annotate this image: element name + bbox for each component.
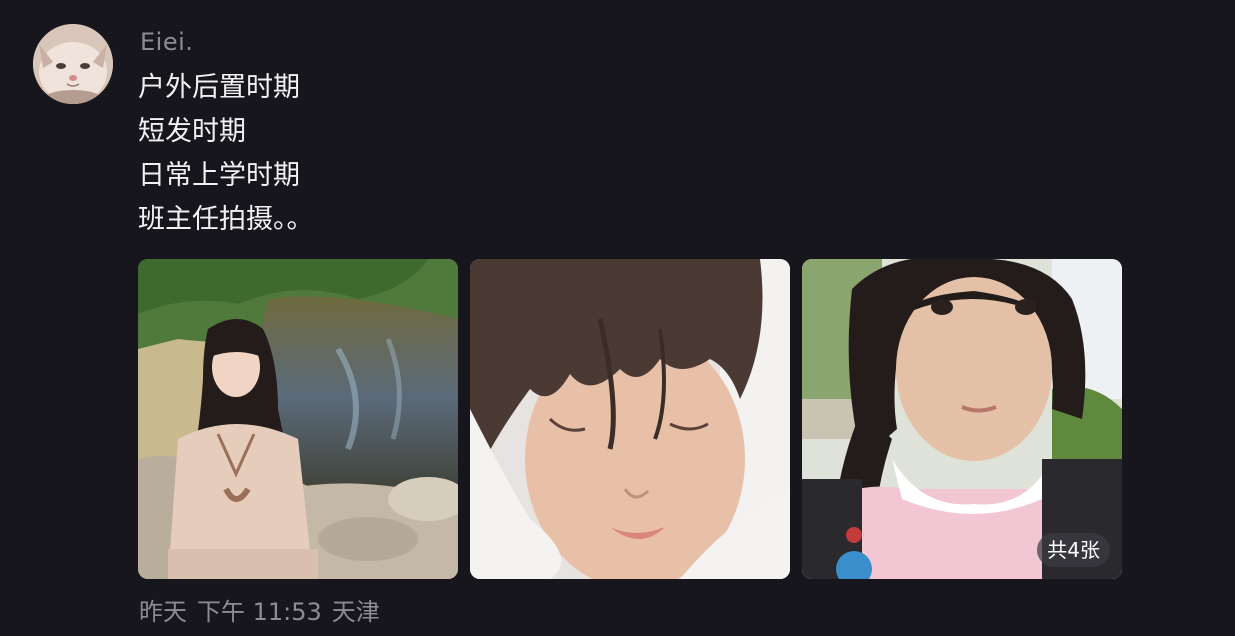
post-day: 昨天 (139, 598, 187, 626)
username[interactable]: Eiei. (140, 28, 193, 56)
photo-count-badge: 共4张 (1037, 533, 1110, 567)
avatar[interactable] (33, 24, 113, 104)
post-text-line: 日常上学时期 (138, 160, 300, 191)
post-location[interactable]: 天津 (332, 598, 380, 626)
post-text-line: 户外后置时期 (138, 72, 300, 103)
photo-thumbnail-3[interactable]: 共4张 (802, 259, 1122, 579)
photo-outdoor-girl-by-pond-icon (138, 259, 458, 579)
post-text-line: 短发时期 (138, 116, 246, 147)
photo-thumbnail-1[interactable] (138, 259, 458, 579)
photo-thumbnail-2[interactable] (470, 259, 790, 579)
post-time: 下午 11:53 (197, 598, 322, 626)
post-meta: 昨天 下午 11:53 天津 (139, 592, 390, 627)
cat-avatar-icon (33, 24, 113, 104)
photo-short-hair-selfie-icon (470, 259, 790, 579)
moment-post: Eiei. 户外后置时期 短发时期 日常上学时期 班主任拍摄。。 共4张 昨天 … (0, 0, 1235, 636)
post-text-line: 班主任拍摄。。 (138, 204, 314, 235)
post-text: 户外后置时期 短发时期 日常上学时期 班主任拍摄。。 (138, 66, 314, 242)
photo-school-uniform-portrait-icon (802, 259, 1122, 579)
photo-grid: 共4张 (138, 259, 1123, 579)
